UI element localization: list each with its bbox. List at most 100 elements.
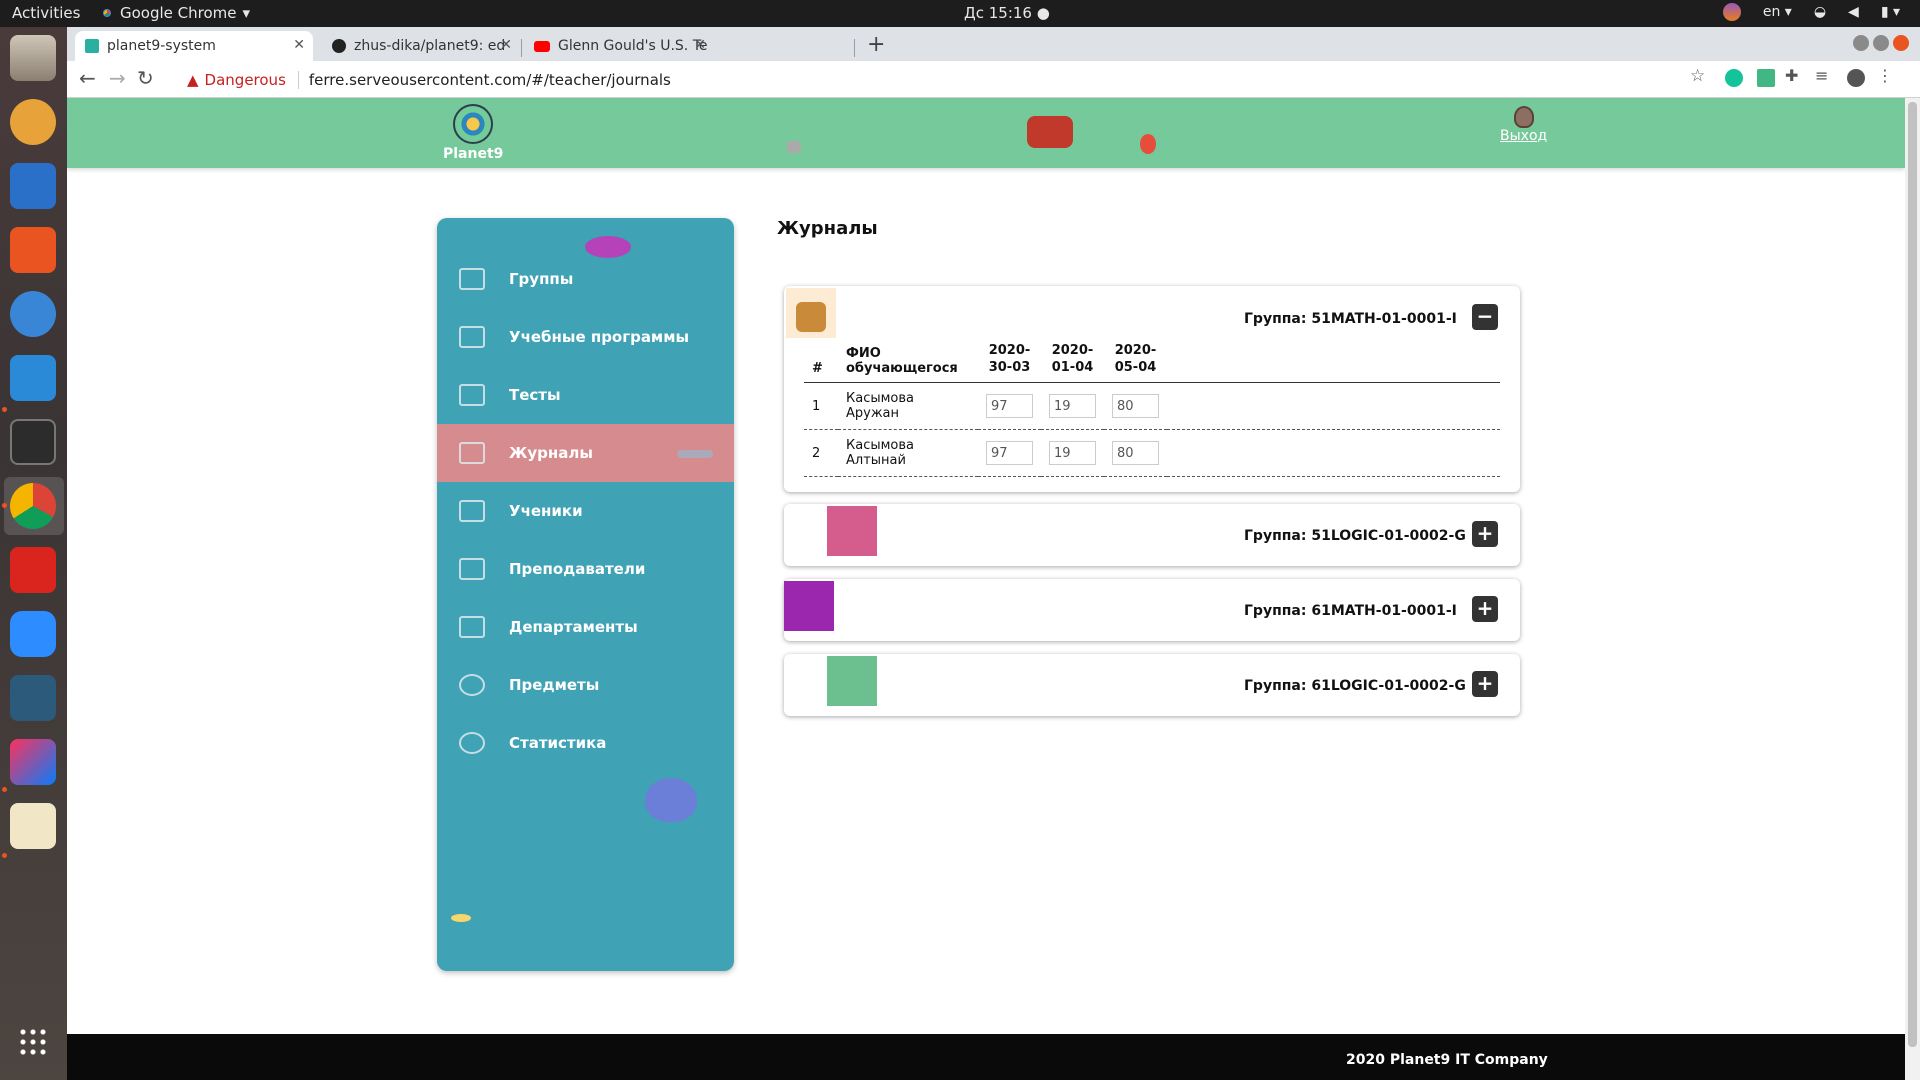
- mysql-workbench-icon[interactable]: [10, 675, 56, 721]
- score-input[interactable]: [1112, 441, 1159, 465]
- files-icon[interactable]: [10, 35, 56, 81]
- footer-text: 2020 Planet9 IT Company: [1346, 1052, 1548, 1068]
- group-title: Группа: 61MATH-01-0001-I: [1244, 603, 1457, 619]
- expand-button[interactable]: +: [1472, 521, 1498, 547]
- youtube-favicon: [534, 40, 550, 52]
- table-row: 2 Касымова Алтынай: [804, 429, 1500, 477]
- forward-icon[interactable]: →: [109, 66, 126, 90]
- intellij-icon[interactable]: [10, 739, 56, 785]
- expand-button[interactable]: +: [1472, 596, 1498, 622]
- software-center-icon[interactable]: [10, 227, 56, 273]
- dock: [0, 27, 67, 1080]
- vscode-icon[interactable]: [10, 355, 56, 401]
- programs-icon: [459, 326, 485, 348]
- omnibox[interactable]: ▲ Dangerous ferre.serveousercontent.com/…: [179, 65, 1779, 95]
- sidebar-item-journals[interactable]: Журналы: [437, 424, 734, 482]
- snail-icon: [1140, 134, 1156, 154]
- close-tab-icon[interactable]: ✕: [694, 37, 706, 53]
- close-tab-icon[interactable]: ✕: [500, 37, 512, 53]
- rhythmbox-icon[interactable]: [10, 99, 56, 145]
- terminal-icon[interactable]: [10, 419, 56, 465]
- bookmark-star-icon[interactable]: ☆: [1690, 66, 1705, 86]
- close-window-icon[interactable]: [1893, 35, 1909, 51]
- tab-planet9[interactable]: planet9-system ✕: [75, 31, 313, 61]
- help-icon[interactable]: [10, 291, 56, 337]
- system-top-bar: Activities Google Chrome ▾ Дс 15:16 ● en…: [0, 0, 1920, 27]
- app-name: Google Chrome: [120, 4, 237, 22]
- date-column-header: 2020- 30-03: [978, 336, 1041, 383]
- table-row: 1 Касымова Аружан: [804, 382, 1500, 430]
- writer-icon[interactable]: [10, 163, 56, 209]
- show-apps-icon[interactable]: [18, 1027, 48, 1057]
- grammarly-icon[interactable]: [1725, 69, 1743, 87]
- sidebar-item-tests[interactable]: Тесты: [437, 366, 734, 424]
- horse-icon: [784, 581, 834, 631]
- sidebar-item-students[interactable]: Ученики: [437, 482, 734, 540]
- zoom-icon[interactable]: [10, 611, 56, 657]
- url-text[interactable]: ferre.serveousercontent.com/#/teacher/jo…: [297, 71, 671, 89]
- maximize-icon[interactable]: [1873, 35, 1889, 51]
- small-fish-icon: [451, 914, 471, 922]
- menu-kebab-icon[interactable]: ⋮: [1877, 66, 1893, 85]
- vue-devtools-icon[interactable]: [1757, 69, 1775, 87]
- score-input[interactable]: [1049, 394, 1096, 418]
- group-card: Группа: 51LOGIC-01-0002-G +: [784, 504, 1520, 566]
- back-icon[interactable]: ←: [79, 66, 96, 90]
- group-card: Группа: 51MATH-01-0001-I − # ФИО обучающ…: [784, 286, 1520, 492]
- new-tab-button[interactable]: +: [867, 32, 885, 57]
- firefox-icon[interactable]: [1722, 3, 1741, 21]
- fish-skeleton-icon: [677, 450, 713, 458]
- score-input[interactable]: [1049, 441, 1096, 465]
- logout-link[interactable]: Выход: [1500, 106, 1547, 144]
- chevron-down-icon: ▾: [242, 4, 251, 22]
- column-header: #: [804, 336, 838, 383]
- deer-icon: [786, 288, 836, 338]
- media-control-icon[interactable]: ≡: [1815, 66, 1828, 85]
- github-favicon: [332, 39, 346, 53]
- sidebar-item-teachers[interactable]: Преподаватели: [437, 540, 734, 598]
- language-indicator[interactable]: en ▾: [1763, 4, 1792, 20]
- group-card: Группа: 61LOGIC-01-0002-G +: [784, 654, 1520, 716]
- date-column-header: 2020- 01-04: [1041, 336, 1104, 383]
- planet-icon: [453, 104, 493, 144]
- sidebar-item-statistics[interactable]: Статистика: [437, 714, 734, 772]
- battery-icon[interactable]: ▮ ▾: [1881, 4, 1900, 20]
- score-input[interactable]: [986, 394, 1033, 418]
- score-input[interactable]: [986, 441, 1033, 465]
- group-title: Группа: 51MATH-01-0001-I: [1244, 311, 1457, 327]
- reload-icon[interactable]: ↻: [137, 66, 154, 90]
- bear-icon: [827, 656, 877, 706]
- profile-icon[interactable]: [1847, 69, 1865, 87]
- minimize-icon[interactable]: [1853, 35, 1869, 51]
- sidebar-item-departments[interactable]: Департаменты: [437, 598, 734, 656]
- tab-youtube[interactable]: Glenn Gould's U.S. Tele ✕: [524, 31, 854, 61]
- wifi-icon[interactable]: ◒: [1814, 4, 1826, 20]
- sidebar: Группы Учебные программы Тесты Журналы У…: [437, 218, 734, 971]
- expand-button[interactable]: +: [1472, 671, 1498, 697]
- collapse-button[interactable]: −: [1472, 304, 1498, 330]
- sidebar-item-subjects[interactable]: Предметы: [437, 656, 734, 714]
- score-input[interactable]: [1112, 394, 1159, 418]
- students-icon: [459, 500, 485, 522]
- scrollbar-thumb[interactable]: [1908, 102, 1917, 1047]
- sidebar-item-programs[interactable]: Учебные программы: [437, 308, 734, 366]
- sidebar-item-groups[interactable]: Группы: [437, 250, 734, 308]
- security-indicator[interactable]: ▲ Dangerous: [187, 71, 286, 89]
- column-header: ФИО обучающегося: [838, 336, 978, 383]
- page-scrollbar[interactable]: [1905, 98, 1920, 1080]
- site-footer: 2020 Planet9 IT Company: [67, 1034, 1905, 1080]
- site-logo[interactable]: Planet9: [443, 104, 503, 162]
- app-menu[interactable]: Google Chrome ▾: [100, 4, 250, 22]
- close-tab-icon[interactable]: ✕: [293, 37, 305, 53]
- extensions-icon[interactable]: ✚: [1785, 66, 1798, 85]
- chrome-dock-icon[interactable]: [10, 483, 56, 529]
- journals-icon: [459, 442, 485, 464]
- text-editor-icon[interactable]: [10, 803, 56, 849]
- tests-icon: [459, 384, 485, 406]
- elephant-icon: [827, 506, 877, 556]
- wolfram-icon[interactable]: [10, 547, 56, 593]
- volume-icon[interactable]: ◀: [1848, 4, 1859, 20]
- clock[interactable]: Дс 15:16 ●: [964, 4, 1050, 22]
- tab-github[interactable]: zhus-dika/planet9: educa ✕: [322, 31, 520, 61]
- activities-button[interactable]: Activities: [12, 4, 80, 22]
